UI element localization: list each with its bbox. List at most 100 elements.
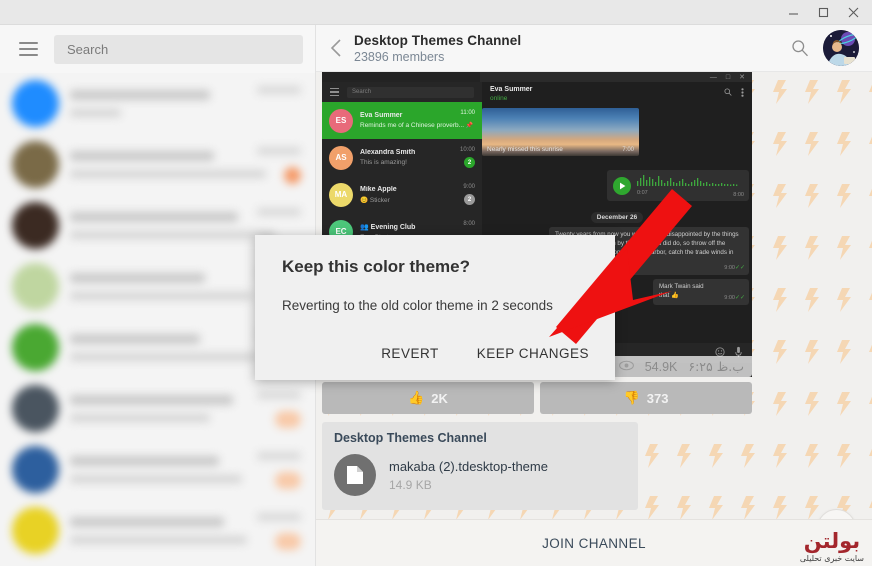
dialog-message: Reverting to the old color theme in 2 se… (282, 298, 553, 313)
conversation-header: Desktop Themes Channel 23896 members (316, 25, 872, 72)
avatar (12, 80, 59, 127)
document-icon[interactable] (334, 454, 376, 496)
unread-badge (275, 411, 301, 428)
preview-list-item: AS Alexandra Smith This is amazing! 10:00 2 (322, 139, 482, 176)
preview-search-row: Search (322, 82, 482, 102)
preview-voice-message: 0:07 8:00 (607, 170, 749, 201)
list-item[interactable] (0, 378, 315, 439)
avatar (12, 446, 59, 493)
reaction-thumbs-up[interactable]: 👍 2K (322, 382, 534, 414)
minimize-icon[interactable] (778, 0, 808, 24)
thumbs-down-icon: 👎 (623, 390, 640, 405)
avatar (12, 202, 59, 249)
list-item-text (70, 395, 303, 422)
list-item-time (257, 513, 301, 521)
preview-chat-name: Eva Summer (360, 112, 403, 119)
member-count: 23896 members (354, 49, 445, 64)
keep-changes-button[interactable]: KEEP CHANGES (469, 340, 597, 367)
list-item-time (257, 391, 301, 399)
list-item[interactable] (0, 73, 315, 134)
close-icon[interactable] (838, 0, 868, 24)
preview-message-time: 9:00 (724, 294, 735, 301)
preview-message-time: 9:00 (724, 264, 735, 271)
eye-icon (618, 360, 634, 374)
preview-chat-name: Alexandra Smith (360, 149, 416, 156)
search-icon[interactable] (783, 31, 817, 65)
list-item[interactable] (0, 134, 315, 195)
preview-voice-duration: 0:07 (637, 190, 648, 196)
preview-close-icon: ✕ (739, 74, 745, 81)
avatar (12, 385, 59, 432)
waveform-icon (637, 175, 738, 186)
list-item-time (257, 86, 301, 94)
pin-icon: 📌 (465, 123, 474, 129)
unread-badge (275, 472, 301, 489)
reaction-count: 373 (646, 390, 669, 406)
hamburger-menu-icon[interactable] (14, 35, 42, 63)
channel-name: Desktop Themes Channel (334, 431, 487, 445)
preview-chat-name: Mike Apple (360, 185, 397, 193)
avatar (12, 141, 59, 188)
preview-chat-message: This is amazing! (360, 159, 407, 166)
list-item[interactable] (0, 439, 315, 500)
list-item[interactable] (0, 500, 315, 561)
list-item-time (257, 208, 301, 216)
preview-avatar: MA (329, 182, 353, 207)
preview-photo-caption: Nearly missed this sunrise (487, 146, 563, 153)
preview-message-bubble: Mark Twain said that 👍 9:00 ✓✓ (653, 278, 749, 305)
preview-search-icon (724, 88, 732, 99)
preview-search-input: Search (347, 86, 474, 98)
unread-badge (284, 167, 301, 184)
list-item-text (70, 151, 303, 178)
sidebar-toolbar: Search (0, 25, 315, 73)
file-message[interactable]: Desktop Themes Channel makaba (2).tdeskt… (322, 422, 638, 510)
list-item-text (70, 517, 303, 544)
post-meta-bar: 54.9K ۶:۲۵ ب.ظ (592, 356, 752, 377)
reaction-bar: 👍 2K 👎 373 (322, 382, 752, 414)
preview-chat-time: 9:00 (463, 184, 475, 190)
keep-theme-dialog: Keep this color theme? Reverting to the … (255, 235, 615, 380)
preview-hamburger-icon (330, 87, 339, 97)
preview-voice-time: 8:00 (733, 192, 744, 198)
preview-list-item: ES Eva Summer Reminds me of a Chinese prov… (322, 102, 482, 139)
preview-maximize-icon: □ (725, 73, 731, 81)
telegram-desktop-window: Search Desktop Themes Channel 23896 memb… (0, 0, 872, 566)
list-item-text (70, 90, 303, 117)
avatar[interactable] (823, 30, 859, 66)
double-check-icon: ✓✓ (734, 295, 745, 302)
preview-chat-message: 😊 Sticker (360, 196, 390, 204)
avatar (12, 507, 59, 554)
join-channel-button[interactable]: JOIN CHANNEL (316, 519, 872, 566)
double-check-icon: ✓✓ (734, 265, 745, 272)
preview-avatar: AS (329, 145, 353, 170)
reaction-count: 2K (431, 390, 448, 406)
preview-date-divider: December 26 (590, 212, 644, 223)
back-icon[interactable] (322, 28, 350, 68)
watermark-subtitle: سایت خبری تحلیلی (799, 554, 864, 563)
preview-more-icon (741, 88, 744, 99)
preview-contact-status: online (490, 95, 508, 102)
preview-unread-badge: 2 (464, 157, 475, 168)
preview-chat-time: 11:00 (460, 110, 475, 116)
page-title: Desktop Themes Channel (354, 32, 522, 48)
search-input[interactable]: Search (54, 34, 303, 64)
play-icon (613, 176, 631, 195)
preview-conversation-header: Eva Summer online (482, 82, 752, 106)
preview-avatar: ES (329, 108, 353, 133)
window-titlebar (0, 0, 872, 25)
site-watermark: بولتن سایت خبری تحلیلی (800, 531, 864, 563)
preview-photo-message: Nearly missed this sunrise 7:00 (482, 108, 639, 156)
avatar (12, 263, 59, 310)
views-count: 54.9K (644, 359, 678, 374)
list-item-time (257, 147, 301, 155)
file-name: makaba (2).tdesktop-theme (389, 458, 548, 474)
maximize-icon[interactable] (808, 0, 838, 24)
revert-button[interactable]: REVERT (373, 340, 447, 367)
list-item-text (70, 456, 303, 483)
post-timestamp: ۶:۲۵ ب.ظ (688, 359, 744, 374)
preview-chat-message: Reminds me of a Chinese proverb... (360, 122, 465, 129)
reaction-thumbs-down[interactable]: 👎 373 (540, 382, 752, 414)
conversation-title-block[interactable]: Desktop Themes Channel 23896 members (354, 33, 783, 64)
list-item-time (257, 452, 301, 460)
watermark-title: بولتن (803, 529, 861, 553)
